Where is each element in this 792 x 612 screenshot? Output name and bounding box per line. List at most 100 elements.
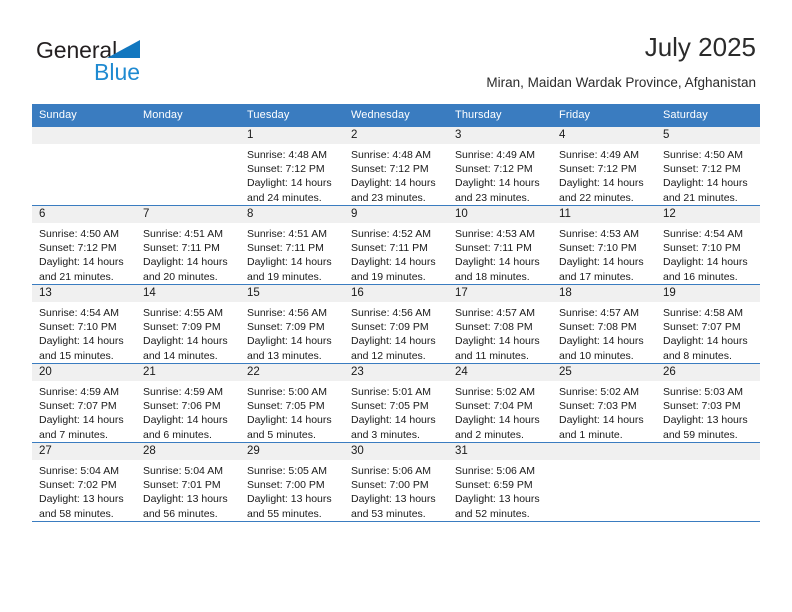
calendar-day-cell[interactable]: 1 Sunrise: 4:48 AM Sunset: 7:12 PM Daylight… — [240, 126, 344, 206]
daylight-text: Daylight: 14 hours and 20 minutes. — [143, 256, 228, 283]
day-details: Sunrise: 4:51 AM Sunset: 7:11 PM Daylight:… — [136, 223, 240, 284]
sunset-text: Sunset: 7:00 PM — [351, 479, 429, 492]
calendar-day-cell[interactable]: 17 Sunrise: 4:57 AM Sunset: 7:08 PM Dayligh… — [448, 284, 552, 364]
sunrise-text: Sunrise: 5:03 AM — [663, 386, 743, 398]
sunrise-text: Sunrise: 4:49 AM — [455, 149, 535, 161]
calendar-day-cell[interactable]: 31 Sunrise: 5:06 AM Sunset: 6:59 PM Dayligh… — [448, 442, 552, 522]
day-number: 13 — [32, 285, 136, 302]
sunset-text: Sunset: 7:05 PM — [247, 400, 325, 413]
day-number: 11 — [552, 206, 656, 223]
day-number: 25 — [552, 364, 656, 381]
calendar-day-cell[interactable]: 2 Sunrise: 4:48 AM Sunset: 7:12 PM Daylight… — [344, 126, 448, 206]
logo-top-row: General — [36, 36, 246, 64]
sunrise-text: Sunrise: 5:04 AM — [39, 465, 119, 477]
calendar-day-cell[interactable]: 11 Sunrise: 4:53 AM Sunset: 7:10 PM Dayligh… — [552, 205, 656, 285]
daylight-text: Daylight: 14 hours and 16 minutes. — [663, 256, 748, 283]
calendar-day-cell[interactable]: 4 Sunrise: 4:49 AM Sunset: 7:12 PM Daylight… — [552, 126, 656, 206]
calendar-day-cell[interactable]: 3 Sunrise: 4:49 AM Sunset: 7:12 PM Daylight… — [448, 126, 552, 206]
calendar-day-cell[interactable]: 21 Sunrise: 4:59 AM Sunset: 7:06 PM Dayligh… — [136, 363, 240, 443]
sunrise-text: Sunrise: 5:06 AM — [351, 465, 431, 477]
day-details: Sunrise: 4:54 AM Sunset: 7:10 PM Daylight:… — [656, 223, 760, 284]
daylight-text: Daylight: 14 hours and 17 minutes. — [559, 256, 644, 283]
daylight-text: Daylight: 14 hours and 23 minutes. — [351, 177, 436, 204]
calendar-day-cell[interactable]: 20 Sunrise: 4:59 AM Sunset: 7:07 PM Dayligh… — [32, 363, 136, 443]
sunrise-text: Sunrise: 4:57 AM — [559, 307, 639, 319]
day-details: Sunrise: 5:06 AM Sunset: 7:00 PM Daylight:… — [344, 460, 448, 521]
calendar-week-row: 20 Sunrise: 4:59 AM Sunset: 7:07 PM Dayligh… — [32, 363, 760, 443]
calendar-day-cell[interactable]: 10 Sunrise: 4:53 AM Sunset: 7:11 PM Dayligh… — [448, 205, 552, 285]
calendar-day-cell[interactable]: 13 Sunrise: 4:54 AM Sunset: 7:10 PM Dayligh… — [32, 284, 136, 364]
sunset-text: Sunset: 7:10 PM — [663, 242, 741, 255]
day-number: 23 — [344, 364, 448, 381]
calendar-day-cell[interactable]: 24 Sunrise: 5:02 AM Sunset: 7:04 PM Dayligh… — [448, 363, 552, 443]
daylight-text: Daylight: 14 hours and 2 minutes. — [455, 414, 540, 441]
sunrise-text: Sunrise: 4:48 AM — [247, 149, 327, 161]
calendar-day-cell-empty — [552, 442, 656, 522]
day-details: Sunrise: 4:58 AM Sunset: 7:07 PM Daylight:… — [656, 302, 760, 363]
calendar-day-cell[interactable]: 16 Sunrise: 4:56 AM Sunset: 7:09 PM Dayligh… — [344, 284, 448, 364]
day-number: 18 — [552, 285, 656, 302]
calendar-day-cell[interactable]: 25 Sunrise: 5:02 AM Sunset: 7:03 PM Dayligh… — [552, 363, 656, 443]
daylight-text: Daylight: 14 hours and 1 minute. — [559, 414, 644, 441]
day-details: Sunrise: 4:56 AM Sunset: 7:09 PM Daylight:… — [240, 302, 344, 363]
calendar-day-cell[interactable]: 26 Sunrise: 5:03 AM Sunset: 7:03 PM Dayligh… — [656, 363, 760, 443]
generalblue-logo[interactable]: General Blue — [36, 36, 246, 88]
calendar-day-cell[interactable]: 7 Sunrise: 4:51 AM Sunset: 7:11 PM Daylight… — [136, 205, 240, 285]
sunrise-text: Sunrise: 4:58 AM — [663, 307, 743, 319]
daylight-text: Daylight: 14 hours and 8 minutes. — [663, 335, 748, 362]
daylight-text: Daylight: 14 hours and 7 minutes. — [39, 414, 124, 441]
sunrise-text: Sunrise: 5:01 AM — [351, 386, 431, 398]
calendar-day-cell[interactable]: 22 Sunrise: 5:00 AM Sunset: 7:05 PM Dayligh… — [240, 363, 344, 443]
calendar-day-cell[interactable]: 12 Sunrise: 4:54 AM Sunset: 7:10 PM Dayligh… — [656, 205, 760, 285]
day-number: 8 — [240, 206, 344, 223]
calendar-day-cell[interactable]: 14 Sunrise: 4:55 AM Sunset: 7:09 PM Dayligh… — [136, 284, 240, 364]
day-number — [32, 127, 136, 144]
sunrise-text: Sunrise: 5:04 AM — [143, 465, 223, 477]
day-details: Sunrise: 5:00 AM Sunset: 7:05 PM Daylight:… — [240, 381, 344, 442]
calendar-day-cell[interactable]: 27 Sunrise: 5:04 AM Sunset: 7:02 PM Dayligh… — [32, 442, 136, 522]
sunset-text: Sunset: 7:11 PM — [247, 242, 324, 255]
daylight-text: Daylight: 13 hours and 53 minutes. — [351, 493, 436, 520]
calendar-day-cell[interactable]: 15 Sunrise: 4:56 AM Sunset: 7:09 PM Dayligh… — [240, 284, 344, 364]
calendar-day-cell[interactable]: 18 Sunrise: 4:57 AM Sunset: 7:08 PM Dayligh… — [552, 284, 656, 364]
day-details: Sunrise: 4:59 AM Sunset: 7:06 PM Daylight:… — [136, 381, 240, 442]
day-number: 21 — [136, 364, 240, 381]
day-details: Sunrise: 5:04 AM Sunset: 7:01 PM Daylight:… — [136, 460, 240, 521]
sunset-text: Sunset: 7:02 PM — [39, 479, 117, 492]
day-number — [136, 127, 240, 144]
day-details: Sunrise: 5:02 AM Sunset: 7:04 PM Daylight:… — [448, 381, 552, 442]
daylight-text: Daylight: 14 hours and 11 minutes. — [455, 335, 540, 362]
day-number: 1 — [240, 127, 344, 144]
day-details: Sunrise: 4:53 AM Sunset: 7:10 PM Daylight:… — [552, 223, 656, 284]
sunrise-text: Sunrise: 4:48 AM — [351, 149, 431, 161]
daylight-text: Daylight: 14 hours and 19 minutes. — [247, 256, 332, 283]
daylight-text: Daylight: 14 hours and 21 minutes. — [663, 177, 748, 204]
day-details: Sunrise: 4:50 AM Sunset: 7:12 PM Daylight:… — [32, 223, 136, 284]
calendar-day-cell[interactable]: 23 Sunrise: 5:01 AM Sunset: 7:05 PM Dayligh… — [344, 363, 448, 443]
sunrise-sunset-calendar: Sunday Monday Tuesday Wednesday Thursday… — [32, 104, 760, 522]
day-details: Sunrise: 4:51 AM Sunset: 7:11 PM Daylight:… — [240, 223, 344, 284]
day-number: 20 — [32, 364, 136, 381]
day-details: Sunrise: 5:03 AM Sunset: 7:03 PM Daylight:… — [656, 381, 760, 442]
sunrise-text: Sunrise: 4:53 AM — [559, 228, 639, 240]
logo-triangle-icon — [107, 40, 140, 58]
weekday-header-friday: Friday — [552, 104, 656, 127]
sunrise-text: Sunrise: 5:02 AM — [455, 386, 535, 398]
day-details: Sunrise: 4:49 AM Sunset: 7:12 PM Daylight:… — [448, 144, 552, 205]
day-details: Sunrise: 4:56 AM Sunset: 7:09 PM Daylight:… — [344, 302, 448, 363]
calendar-day-cell[interactable]: 6 Sunrise: 4:50 AM Sunset: 7:12 PM Daylight… — [32, 205, 136, 285]
calendar-day-cell[interactable]: 9 Sunrise: 4:52 AM Sunset: 7:11 PM Daylight… — [344, 205, 448, 285]
sunset-text: Sunset: 7:12 PM — [39, 242, 117, 255]
calendar-day-cell[interactable]: 5 Sunrise: 4:50 AM Sunset: 7:12 PM Daylight… — [656, 126, 760, 206]
calendar-day-cell[interactable]: 29 Sunrise: 5:05 AM Sunset: 7:00 PM Dayligh… — [240, 442, 344, 522]
sunrise-text: Sunrise: 4:53 AM — [455, 228, 535, 240]
calendar-body: 1 Sunrise: 4:48 AM Sunset: 7:12 PM Daylight… — [32, 126, 760, 522]
calendar-day-cell[interactable]: 19 Sunrise: 4:58 AM Sunset: 7:07 PM Dayligh… — [656, 284, 760, 364]
calendar-day-cell[interactable]: 30 Sunrise: 5:06 AM Sunset: 7:00 PM Dayligh… — [344, 442, 448, 522]
calendar-day-cell[interactable]: 28 Sunrise: 5:04 AM Sunset: 7:01 PM Dayligh… — [136, 442, 240, 522]
sunrise-text: Sunrise: 4:56 AM — [247, 307, 327, 319]
day-details: Sunrise: 4:50 AM Sunset: 7:12 PM Daylight:… — [656, 144, 760, 205]
calendar-day-cell[interactable]: 8 Sunrise: 4:51 AM Sunset: 7:11 PM Daylight… — [240, 205, 344, 285]
day-number: 30 — [344, 443, 448, 460]
day-number: 14 — [136, 285, 240, 302]
